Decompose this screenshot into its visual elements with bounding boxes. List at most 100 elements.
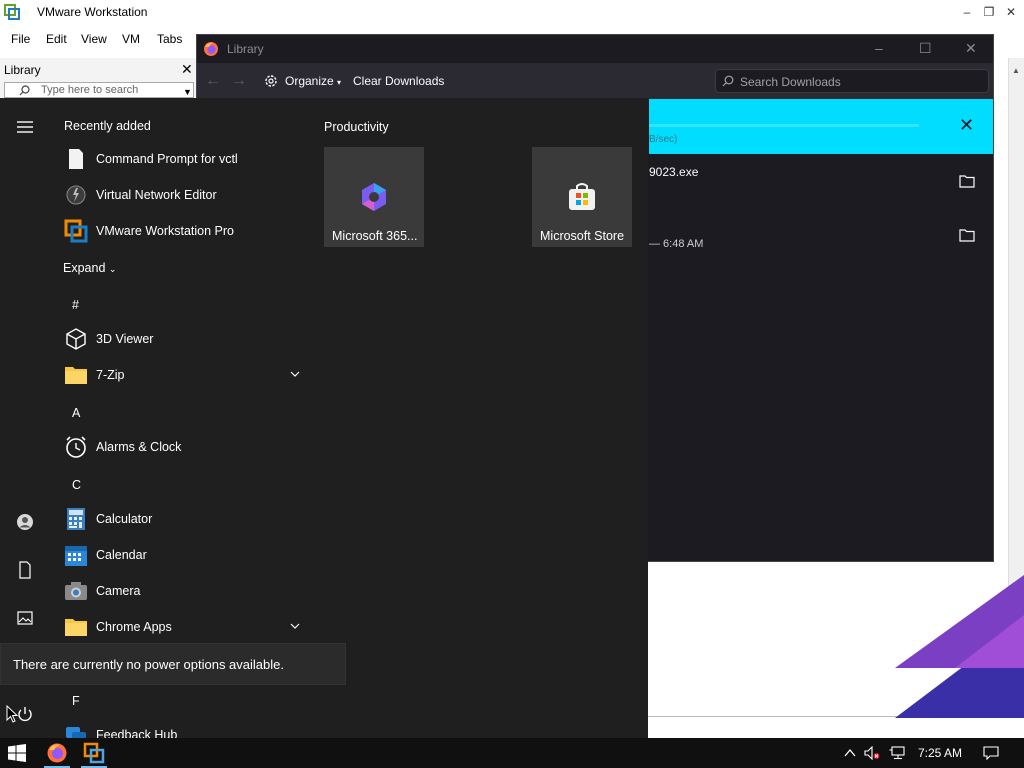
download-file-meta: — 6:48 AM — [649, 238, 704, 250]
recently-added-heading: Recently added — [64, 119, 151, 133]
power-tooltip-text: There are currently no power options ava… — [13, 657, 284, 672]
app-label: Calendar — [96, 548, 147, 562]
chevron-down-icon: ▾ — [337, 78, 342, 87]
document-icon — [64, 147, 88, 171]
documents-icon[interactable] — [16, 561, 34, 579]
app-calculator[interactable]: Calculator — [60, 503, 306, 537]
download-progress-bar — [649, 124, 919, 127]
vmware-background-graphic — [895, 575, 1024, 718]
search-downloads-placeholder: Search Downloads — [740, 75, 841, 89]
download-progress-item[interactable]: B/sec) ✕ — [649, 99, 993, 154]
search-downloads-input[interactable]: Search Downloads — [715, 69, 989, 93]
section-letter-hash[interactable]: # — [72, 298, 79, 312]
app-camera[interactable]: Camera — [60, 575, 306, 609]
tile-label: Microsoft Store — [540, 229, 625, 243]
app-command-prompt-vctl[interactable]: Command Prompt for vctl — [60, 143, 306, 177]
taskbar: 7:25 AM — [0, 738, 1024, 768]
user-account-icon[interactable] — [16, 513, 34, 531]
chevron-down-icon[interactable] — [290, 369, 300, 379]
download-file-name[interactable]: 9023.exe — [649, 165, 698, 179]
app-label: Feedback Hub — [96, 728, 178, 738]
calendar-icon — [64, 543, 88, 567]
volume-muted-icon[interactable] — [864, 746, 880, 760]
app-vmware-workstation-pro[interactable]: VMware Workstation Pro — [60, 215, 306, 249]
back-arrow-icon[interactable]: ← — [205, 72, 221, 90]
camera-icon — [64, 579, 88, 603]
virtual-network-editor-icon — [64, 183, 88, 207]
organize-button[interactable]: Organize ▾ — [285, 74, 341, 88]
hamburger-menu-icon[interactable] — [16, 120, 34, 134]
vmware-icon — [64, 219, 88, 243]
calculator-icon — [64, 507, 88, 531]
start-menu: Recently added Command Prompt for vctl V… — [0, 98, 648, 738]
library-close-icon[interactable]: ✕ — [181, 61, 193, 78]
start-menu-rail — [0, 98, 50, 738]
power-icon[interactable] — [16, 705, 34, 723]
chevron-down-icon[interactable] — [290, 621, 300, 631]
maximize-icon[interactable]: ☐ — [919, 40, 932, 57]
tile-microsoft-store[interactable]: Microsoft Store — [532, 147, 632, 247]
app-calendar[interactable]: Calendar — [60, 539, 306, 573]
folder-icon[interactable] — [959, 174, 975, 188]
pictures-icon[interactable] — [16, 609, 34, 627]
app-3d-viewer[interactable]: 3D Viewer — [60, 323, 306, 357]
firefox-taskbar-icon[interactable] — [46, 742, 68, 764]
firefox-library-toolbar: ← → Organize ▾ Clear Downloads Search Do… — [197, 63, 993, 99]
organize-label: Organize — [285, 74, 334, 88]
section-letter-c[interactable]: C — [72, 478, 81, 492]
menu-file[interactable]: File — [11, 32, 30, 46]
section-letter-f[interactable]: F — [72, 694, 80, 708]
app-label: Command Prompt for vctl — [96, 152, 238, 166]
search-icon — [722, 75, 734, 87]
vmware-menubar: File Edit View VM Tabs — [0, 28, 196, 50]
alarm-clock-icon — [64, 435, 88, 459]
expand-label: Expand — [63, 261, 106, 275]
windows-start-icon[interactable] — [8, 744, 26, 762]
minimize-icon[interactable]: – — [875, 40, 883, 56]
taskbar-clock[interactable]: 7:25 AM — [918, 746, 962, 760]
restore-icon[interactable]: ❐ — [980, 4, 998, 20]
library-search-input[interactable]: Type here to search ▼ — [4, 82, 194, 98]
folder-icon[interactable] — [959, 228, 975, 242]
folder-icon — [64, 615, 88, 639]
app-label: Virtual Network Editor — [96, 188, 217, 202]
microsoft-365-icon — [358, 181, 390, 213]
minimize-icon[interactable]: – — [958, 4, 976, 20]
app-alarms-clock[interactable]: Alarms & Clock — [60, 431, 306, 465]
app-feedback-hub[interactable]: Feedback Hub — [60, 719, 306, 738]
folder-icon — [64, 363, 88, 387]
menu-view[interactable]: View — [81, 32, 107, 46]
close-icon[interactable]: ✕ — [965, 40, 977, 57]
close-icon[interactable]: ✕ — [1002, 4, 1020, 20]
productivity-heading: Productivity — [324, 120, 389, 134]
expand-button[interactable]: Expand ⌄ — [63, 261, 116, 275]
app-7-zip[interactable]: 7-Zip — [60, 359, 306, 393]
clear-downloads-button[interactable]: Clear Downloads — [353, 74, 444, 88]
firefox-library-title: Library — [227, 42, 264, 56]
chevron-down-icon: ⌄ — [108, 264, 117, 274]
dropdown-arrow-icon[interactable]: ▼ — [183, 87, 192, 97]
mouse-cursor-icon — [6, 705, 18, 723]
menu-edit[interactable]: Edit — [46, 32, 67, 46]
menu-tabs[interactable]: Tabs — [157, 32, 182, 46]
section-letter-a[interactable]: A — [72, 406, 80, 420]
show-hidden-icons-icon[interactable] — [843, 746, 859, 760]
notifications-icon[interactable] — [983, 746, 999, 760]
network-icon[interactable] — [889, 746, 905, 760]
feedback-hub-icon — [64, 723, 88, 738]
menu-vm[interactable]: VM — [122, 32, 140, 46]
vmware-taskbar-icon[interactable] — [83, 742, 105, 764]
tile-microsoft-365[interactable]: Microsoft 365... — [324, 147, 424, 247]
download-speed: B/sec) — [649, 134, 678, 145]
forward-arrow-icon[interactable]: → — [231, 72, 247, 90]
gear-icon[interactable] — [263, 73, 279, 89]
app-virtual-network-editor[interactable]: Virtual Network Editor — [60, 179, 306, 213]
app-label: Camera — [96, 584, 141, 598]
scroll-up-icon[interactable]: ▲ — [1012, 66, 1020, 75]
cancel-download-icon[interactable]: ✕ — [959, 115, 974, 136]
vmware-titlebar: VMware Workstation – ❐ ✕ — [0, 0, 1024, 24]
app-label: Alarms & Clock — [96, 440, 182, 454]
app-chrome-apps[interactable]: Chrome Apps — [60, 611, 306, 645]
cube-icon — [64, 327, 88, 351]
library-panel-title: Library — [4, 63, 41, 77]
